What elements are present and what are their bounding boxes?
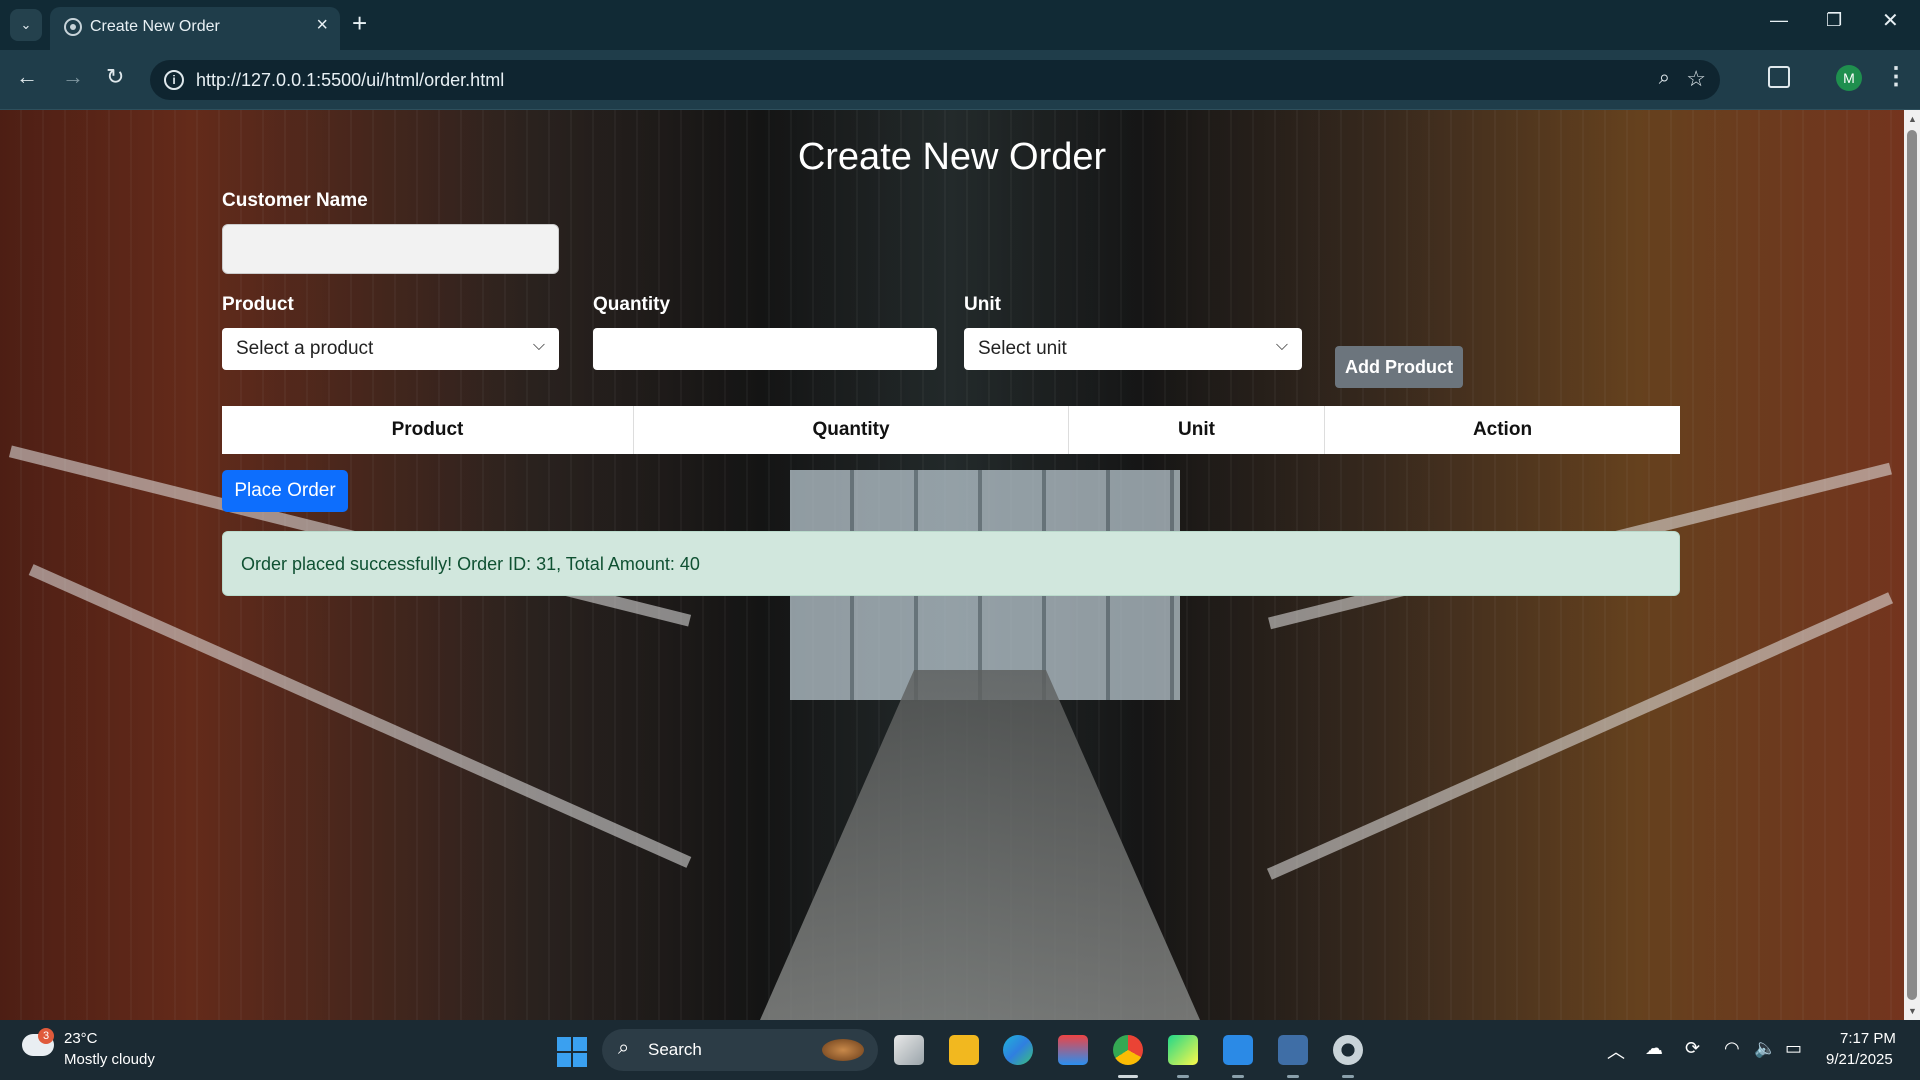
table-header-action: Action (1472, 419, 1533, 440)
microsoft-store-icon[interactable] (1058, 1035, 1088, 1065)
page-viewport: Create New Order Customer Name Product S… (0, 110, 1904, 1020)
order-items-table: Product Quantity Unit Action (222, 406, 1680, 454)
battery-icon[interactable]: ▭ (1785, 1038, 1802, 1059)
zoom-icon[interactable]: ⌕ (1659, 67, 1670, 90)
tab-search-icon[interactable]: ⌄ (10, 9, 42, 41)
pycharm-icon[interactable] (1168, 1035, 1198, 1065)
sync-icon[interactable]: ⟳ (1685, 1038, 1700, 1059)
table-header-quantity: Quantity (634, 406, 1069, 454)
app-running-indicator (1177, 1075, 1189, 1078)
clock-date[interactable]: 9/21/2025 (1826, 1051, 1893, 1068)
browser-tab-bar: ⌄ Create New Order × + — ❐ ✕ (0, 0, 1920, 50)
scroll-down-icon[interactable]: ▼ (1908, 1006, 1917, 1016)
browser-toolbar: ← → ↻ i http://127.0.0.1:5500/ui/html/or… (0, 50, 1920, 110)
vscode-icon[interactable] (1223, 1035, 1253, 1065)
table-header-product: Product (222, 406, 634, 454)
background-aisle-image (760, 670, 1200, 1020)
search-icon: ⌕ (618, 1037, 630, 1059)
chevron-down-icon: ⌵ (1275, 337, 1288, 354)
address-bar[interactable]: i http://127.0.0.1:5500/ui/html/order.ht… (150, 60, 1720, 100)
file-explorer-icon[interactable] (949, 1035, 979, 1065)
browser-tab[interactable]: Create New Order × (50, 7, 340, 50)
scrollbar-thumb[interactable] (1907, 130, 1917, 1000)
workbench-app-icon[interactable] (1278, 1035, 1308, 1065)
bookmark-star-icon[interactable]: ☆ (1686, 66, 1706, 92)
add-product-button[interactable]: Add Product (1335, 346, 1463, 388)
reload-icon[interactable]: ↻ (106, 64, 124, 90)
volume-icon[interactable]: 🔈 (1754, 1038, 1776, 1059)
back-icon[interactable]: ← (16, 64, 38, 90)
app-running-indicator (1342, 1075, 1354, 1078)
settings-gear-icon[interactable] (1333, 1035, 1363, 1065)
weather-description[interactable]: Mostly cloudy (64, 1051, 155, 1068)
windows-taskbar: 3 23°C Mostly cloudy ⌕ Search ︿ ☁ ⟳ ◠ 🔈 … (0, 1020, 1920, 1080)
tray-chevron-up-icon[interactable]: ︿ (1607, 1038, 1625, 1064)
clock-time[interactable]: 7:17 PM (1840, 1030, 1896, 1047)
page-scrollbar[interactable]: ▲ ▼ (1904, 110, 1920, 1020)
close-icon[interactable]: × (316, 14, 328, 37)
success-alert: Order placed successfully! Order ID: 31,… (222, 531, 1680, 596)
background-shelf (1266, 592, 1894, 880)
site-info-icon[interactable]: i (164, 70, 184, 90)
taskbar-search[interactable]: ⌕ Search (602, 1029, 878, 1071)
window-close-icon[interactable]: ✕ (1882, 8, 1899, 33)
search-highlight-icon (822, 1039, 864, 1061)
product-select[interactable]: Select a product ⌵ (222, 328, 559, 370)
page-title: Create New Order (797, 136, 1107, 178)
app-running-indicator (1287, 1075, 1299, 1078)
weather-badge: 3 (38, 1028, 54, 1044)
customer-name-label: Customer Name (222, 190, 368, 211)
task-view-icon[interactable] (894, 1035, 924, 1065)
edge-browser-icon[interactable] (1003, 1035, 1033, 1065)
unit-select[interactable]: Select unit ⌵ (964, 328, 1302, 370)
minimize-icon[interactable]: — (1770, 10, 1788, 31)
background-shelf (28, 564, 692, 868)
windows-start-icon[interactable] (557, 1037, 587, 1067)
product-select-value: Select a product (236, 338, 374, 359)
quantity-input[interactable] (593, 328, 937, 370)
table-header-unit: Unit (1069, 406, 1325, 454)
chevron-down-icon: ⌵ (532, 337, 545, 354)
unit-label: Unit (964, 294, 1001, 315)
search-label: Search (648, 1040, 702, 1059)
quantity-label: Quantity (593, 294, 671, 315)
active-app-indicator (1118, 1075, 1138, 1078)
wifi-icon[interactable]: ◠ (1724, 1038, 1740, 1059)
restore-icon[interactable]: ❐ (1826, 10, 1842, 31)
profile-avatar[interactable]: M (1836, 65, 1862, 91)
tab-title: Create New Order (90, 18, 220, 35)
menu-kebab-icon[interactable]: ⋮ (1884, 62, 1908, 91)
app-running-indicator (1232, 1075, 1244, 1078)
customer-name-input[interactable] (222, 224, 559, 274)
chrome-browser-icon[interactable] (1113, 1035, 1143, 1065)
url-text[interactable]: http://127.0.0.1:5500/ui/html/order.html (196, 70, 504, 91)
place-order-button[interactable]: Place Order (222, 470, 348, 512)
forward-icon[interactable]: → (62, 64, 84, 90)
product-label: Product (222, 294, 294, 315)
new-tab-icon[interactable]: + (352, 8, 367, 39)
weather-temperature[interactable]: 23°C (64, 1030, 98, 1047)
scroll-up-icon[interactable]: ▲ (1908, 114, 1917, 124)
globe-favicon-icon (64, 18, 82, 36)
unit-select-value: Select unit (978, 338, 1067, 359)
onedrive-cloud-icon[interactable]: ☁ (1645, 1038, 1663, 1059)
extensions-icon[interactable] (1768, 66, 1790, 88)
